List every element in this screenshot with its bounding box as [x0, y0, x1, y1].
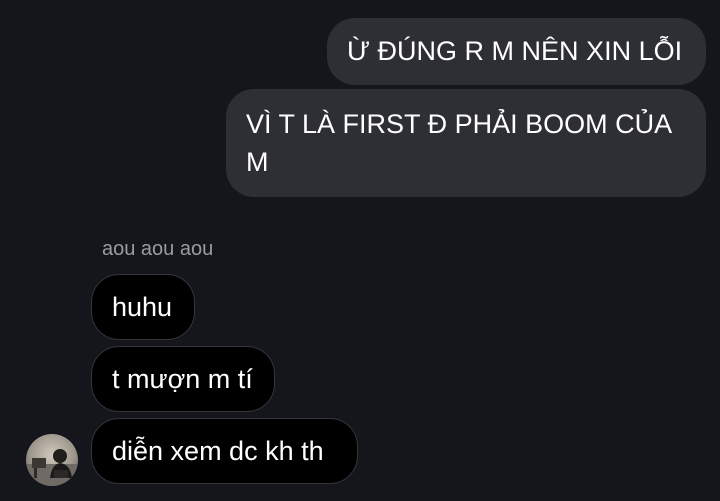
sender-name: aou aou aou	[102, 238, 214, 260]
message-text: diễn xem dc kh th	[112, 436, 324, 466]
message-text: Ừ ĐÚNG R M NÊN XIN LỖI	[347, 36, 683, 66]
incoming-message[interactable]: t mượn m tí	[91, 346, 275, 412]
message-text: t mượn m tí	[112, 364, 253, 394]
avatar-icon	[26, 434, 78, 486]
incoming-message[interactable]: huhu	[91, 274, 195, 340]
sender-avatar[interactable]	[26, 434, 78, 486]
incoming-message[interactable]: diễn xem dc kh th	[91, 418, 358, 484]
outgoing-message[interactable]: Ừ ĐÚNG R M NÊN XIN LỖI	[327, 18, 706, 85]
outgoing-message[interactable]: VÌ T LÀ FIRST Đ PHẢI BOOM CỦA M	[226, 89, 706, 197]
message-text: huhu	[112, 292, 173, 322]
message-text: VÌ T LÀ FIRST Đ PHẢI BOOM CỦA M	[246, 109, 671, 177]
